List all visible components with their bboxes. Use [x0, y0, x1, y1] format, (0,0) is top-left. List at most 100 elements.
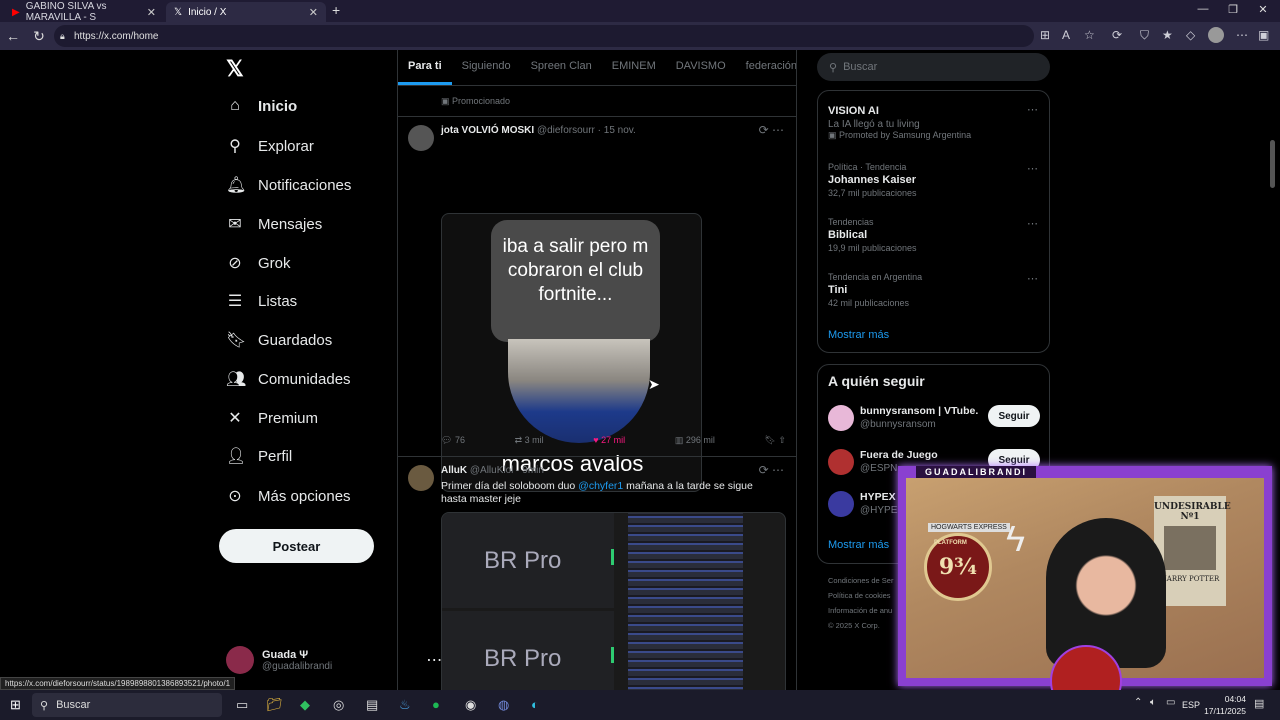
show-more-link[interactable]: Mostrar más [828, 539, 889, 551]
footer-link[interactable]: Política de cookies [828, 591, 891, 600]
search-input[interactable]: ⚲ Buscar [817, 53, 1050, 81]
back-icon[interactable]: ← [0, 28, 26, 44]
app-icon[interactable]: ◆ [300, 697, 310, 713]
tweet-more-icon[interactable]: ⟳ ⋯ [759, 123, 784, 137]
retweet-button[interactable]: ⇄ 3 mil [515, 435, 544, 446]
scrollbar-thumb[interactable] [1270, 140, 1275, 188]
avatar [828, 405, 854, 431]
avatar[interactable] [408, 125, 434, 151]
minimize-icon[interactable]: — [1188, 3, 1218, 15]
network-icon[interactable]: ▭ [1166, 697, 1175, 708]
close-window-icon[interactable]: ✕ [1248, 3, 1278, 16]
clock[interactable]: 04:04 17/11/2025 [1204, 693, 1246, 717]
more-dots-icon[interactable]: ⋯ [1027, 162, 1038, 175]
tray-arrow-icon[interactable]: ⌃ [1134, 697, 1142, 708]
trend-item[interactable]: VISION AI La IA llegó a tu living ▣ Prom… [828, 103, 1038, 141]
nav-item-guardados[interactable]: 🔖︎ Guardados [226, 330, 332, 350]
trend-item[interactable]: Tendencias Biblical 19,9 mil publicacion… [828, 217, 1038, 253]
trend-item[interactable]: Política · Tendencia Johannes Kaiser 32,… [828, 162, 1038, 198]
language-indicator[interactable]: ESP [1182, 700, 1200, 710]
new-tab-icon[interactable]: + [332, 2, 340, 18]
close-icon[interactable]: ✕ [309, 6, 318, 19]
x-icon: 𝕏 [174, 6, 183, 18]
footer-link[interactable]: Información de anu [828, 606, 892, 615]
trend-item[interactable]: Tendencia en Argentina Tini 42 mil publi… [828, 272, 1038, 308]
extensions-icon[interactable]: ⟳ [1112, 28, 1122, 42]
close-icon[interactable]: ✕ [147, 6, 156, 19]
tweet[interactable]: jota VOLVIÓ MOSKI @dieforsourr · 15 nov.… [398, 116, 796, 492]
read-aloud-icon[interactable]: A [1062, 28, 1070, 42]
epic-games-icon[interactable]: ▤ [366, 697, 378, 713]
author-name[interactable]: jota VOLVIÓ MOSKI [441, 125, 534, 136]
x-logo[interactable]: 𝕏 [226, 56, 244, 82]
nav-item-inicio[interactable]: ⌂ Inicio [226, 97, 297, 115]
nav-item-mas-opciones[interactable]: ⊙ Más opciones [226, 486, 350, 506]
taskbar-search[interactable]: ⚲ Buscar [32, 693, 222, 717]
spotify-icon[interactable]: ● [432, 697, 440, 712]
tab-spreen-clan[interactable]: Spreen Clan [521, 50, 602, 85]
nav-item-notificaciones[interactable]: 🔔︎ Notificaciones [226, 175, 351, 195]
more-dots-icon[interactable]: ⋯ [1027, 103, 1038, 116]
grok-icon: ⊘ [228, 255, 242, 272]
discord-icon[interactable]: ◍ [498, 697, 509, 713]
tab-davismo[interactable]: DAVISMO [666, 50, 736, 85]
trend-title: VISION AI [828, 105, 879, 117]
author-name[interactable]: AlluK [441, 465, 467, 476]
tab-x-home[interactable]: 𝕏 Inicio / X ✕ [166, 2, 326, 22]
apps-icon[interactable]: ⊞ [1040, 28, 1050, 42]
mention-link[interactable]: @chyfer1 [578, 480, 623, 492]
author-handle[interactable]: @dieforsourr · 15 nov. [537, 125, 636, 136]
app-icon[interactable]: ◎ [333, 697, 344, 713]
tweet-more-icon[interactable]: ⟳ ⋯ [759, 463, 784, 477]
tab-siguiendo[interactable]: Siguiendo [452, 50, 521, 85]
nav-item-perfil[interactable]: 👤︎ Perfil [226, 446, 292, 466]
reply-button[interactable]: 💬︎ 76 [441, 435, 465, 446]
tweet-image[interactable]: BR Pro BR Pro [441, 512, 786, 690]
nav-label: Perfil [258, 447, 293, 465]
shield-icon[interactable]: ⛉ [1140, 28, 1149, 43]
nav-item-premium[interactable]: ✕ Premium [226, 408, 318, 428]
post-button[interactable]: Postear [219, 529, 374, 563]
nav-item-grok[interactable]: ⊘ Grok [226, 253, 290, 273]
notifications-icon[interactable]: ▤ [1254, 697, 1264, 710]
volume-icon[interactable]: 🔈︎ [1150, 697, 1156, 708]
nav-item-mensajes[interactable]: ✉ Mensajes [226, 214, 322, 234]
more-dots-icon[interactable]: ⋯ [1027, 272, 1038, 285]
tab-para-ti[interactable]: Para ti [398, 50, 452, 85]
maximize-icon[interactable]: ❐ [1218, 3, 1248, 16]
tab-youtube[interactable]: ▶ GABINO SILVA vs MARAVILLA - S ✕ [4, 1, 164, 23]
views-button[interactable]: ▥ 296 mil [675, 435, 715, 446]
sidebar-icon[interactable]: ▣ [1258, 28, 1269, 42]
promoted-label: ▣ Promocionado [441, 96, 510, 107]
follow-button[interactable]: Seguir [988, 405, 1040, 427]
file-explorer-icon[interactable]: 📁︎ [266, 697, 283, 713]
favorite-star-icon[interactable]: ☆ [1084, 28, 1095, 42]
security-icon[interactable]: ◇ [1186, 28, 1195, 42]
favorites-icon[interactable]: ★ [1162, 28, 1173, 42]
tab-federacion[interactable]: federación de [736, 50, 796, 85]
avatar[interactable] [408, 465, 434, 491]
author-handle[interactable]: @AlluKlol · 9min [470, 465, 544, 476]
more-dots-icon[interactable]: ⋯ [1027, 217, 1038, 230]
nav-item-listas[interactable]: ☰ Listas [226, 291, 297, 311]
tweet-image[interactable]: iba a salir pero m cobraron el club fort… [441, 213, 702, 492]
edge-icon[interactable]: ◐ [531, 697, 539, 712]
refresh-icon[interactable]: ↻ [26, 28, 52, 45]
like-button[interactable]: ♥ 27 mil [593, 435, 625, 446]
follow-suggestion[interactable]: bunnysransom | VTube... @bunnysransom Se… [828, 405, 1040, 437]
menu-dots-icon[interactable]: ⋯ [1236, 28, 1248, 42]
profile-avatar[interactable] [1208, 27, 1224, 43]
url-field[interactable]: 🔒︎ https://x.com/home [54, 25, 1034, 47]
windows-start-icon[interactable]: ⊞ [10, 697, 21, 713]
timeline[interactable]: Para ti Siguiendo Spreen Clan EMINEM DAV… [397, 50, 797, 690]
nav-item-explorar[interactable]: ⚲ Explorar [226, 136, 314, 156]
steam-icon[interactable]: ♨ [399, 697, 411, 713]
task-view-icon[interactable]: ▭ [236, 697, 248, 713]
bookmark-icon[interactable]: 🔖︎ ⇧ [764, 435, 785, 446]
obs-icon[interactable]: ◉ [465, 697, 476, 713]
nav-item-comunidades[interactable]: 👥︎ Comunidades [226, 369, 351, 389]
footer-link[interactable]: Condiciones de Ser [828, 576, 893, 585]
tab-eminem[interactable]: EMINEM [602, 50, 666, 85]
show-more-link[interactable]: Mostrar más [828, 329, 889, 341]
reply-count: 76 [454, 435, 465, 445]
